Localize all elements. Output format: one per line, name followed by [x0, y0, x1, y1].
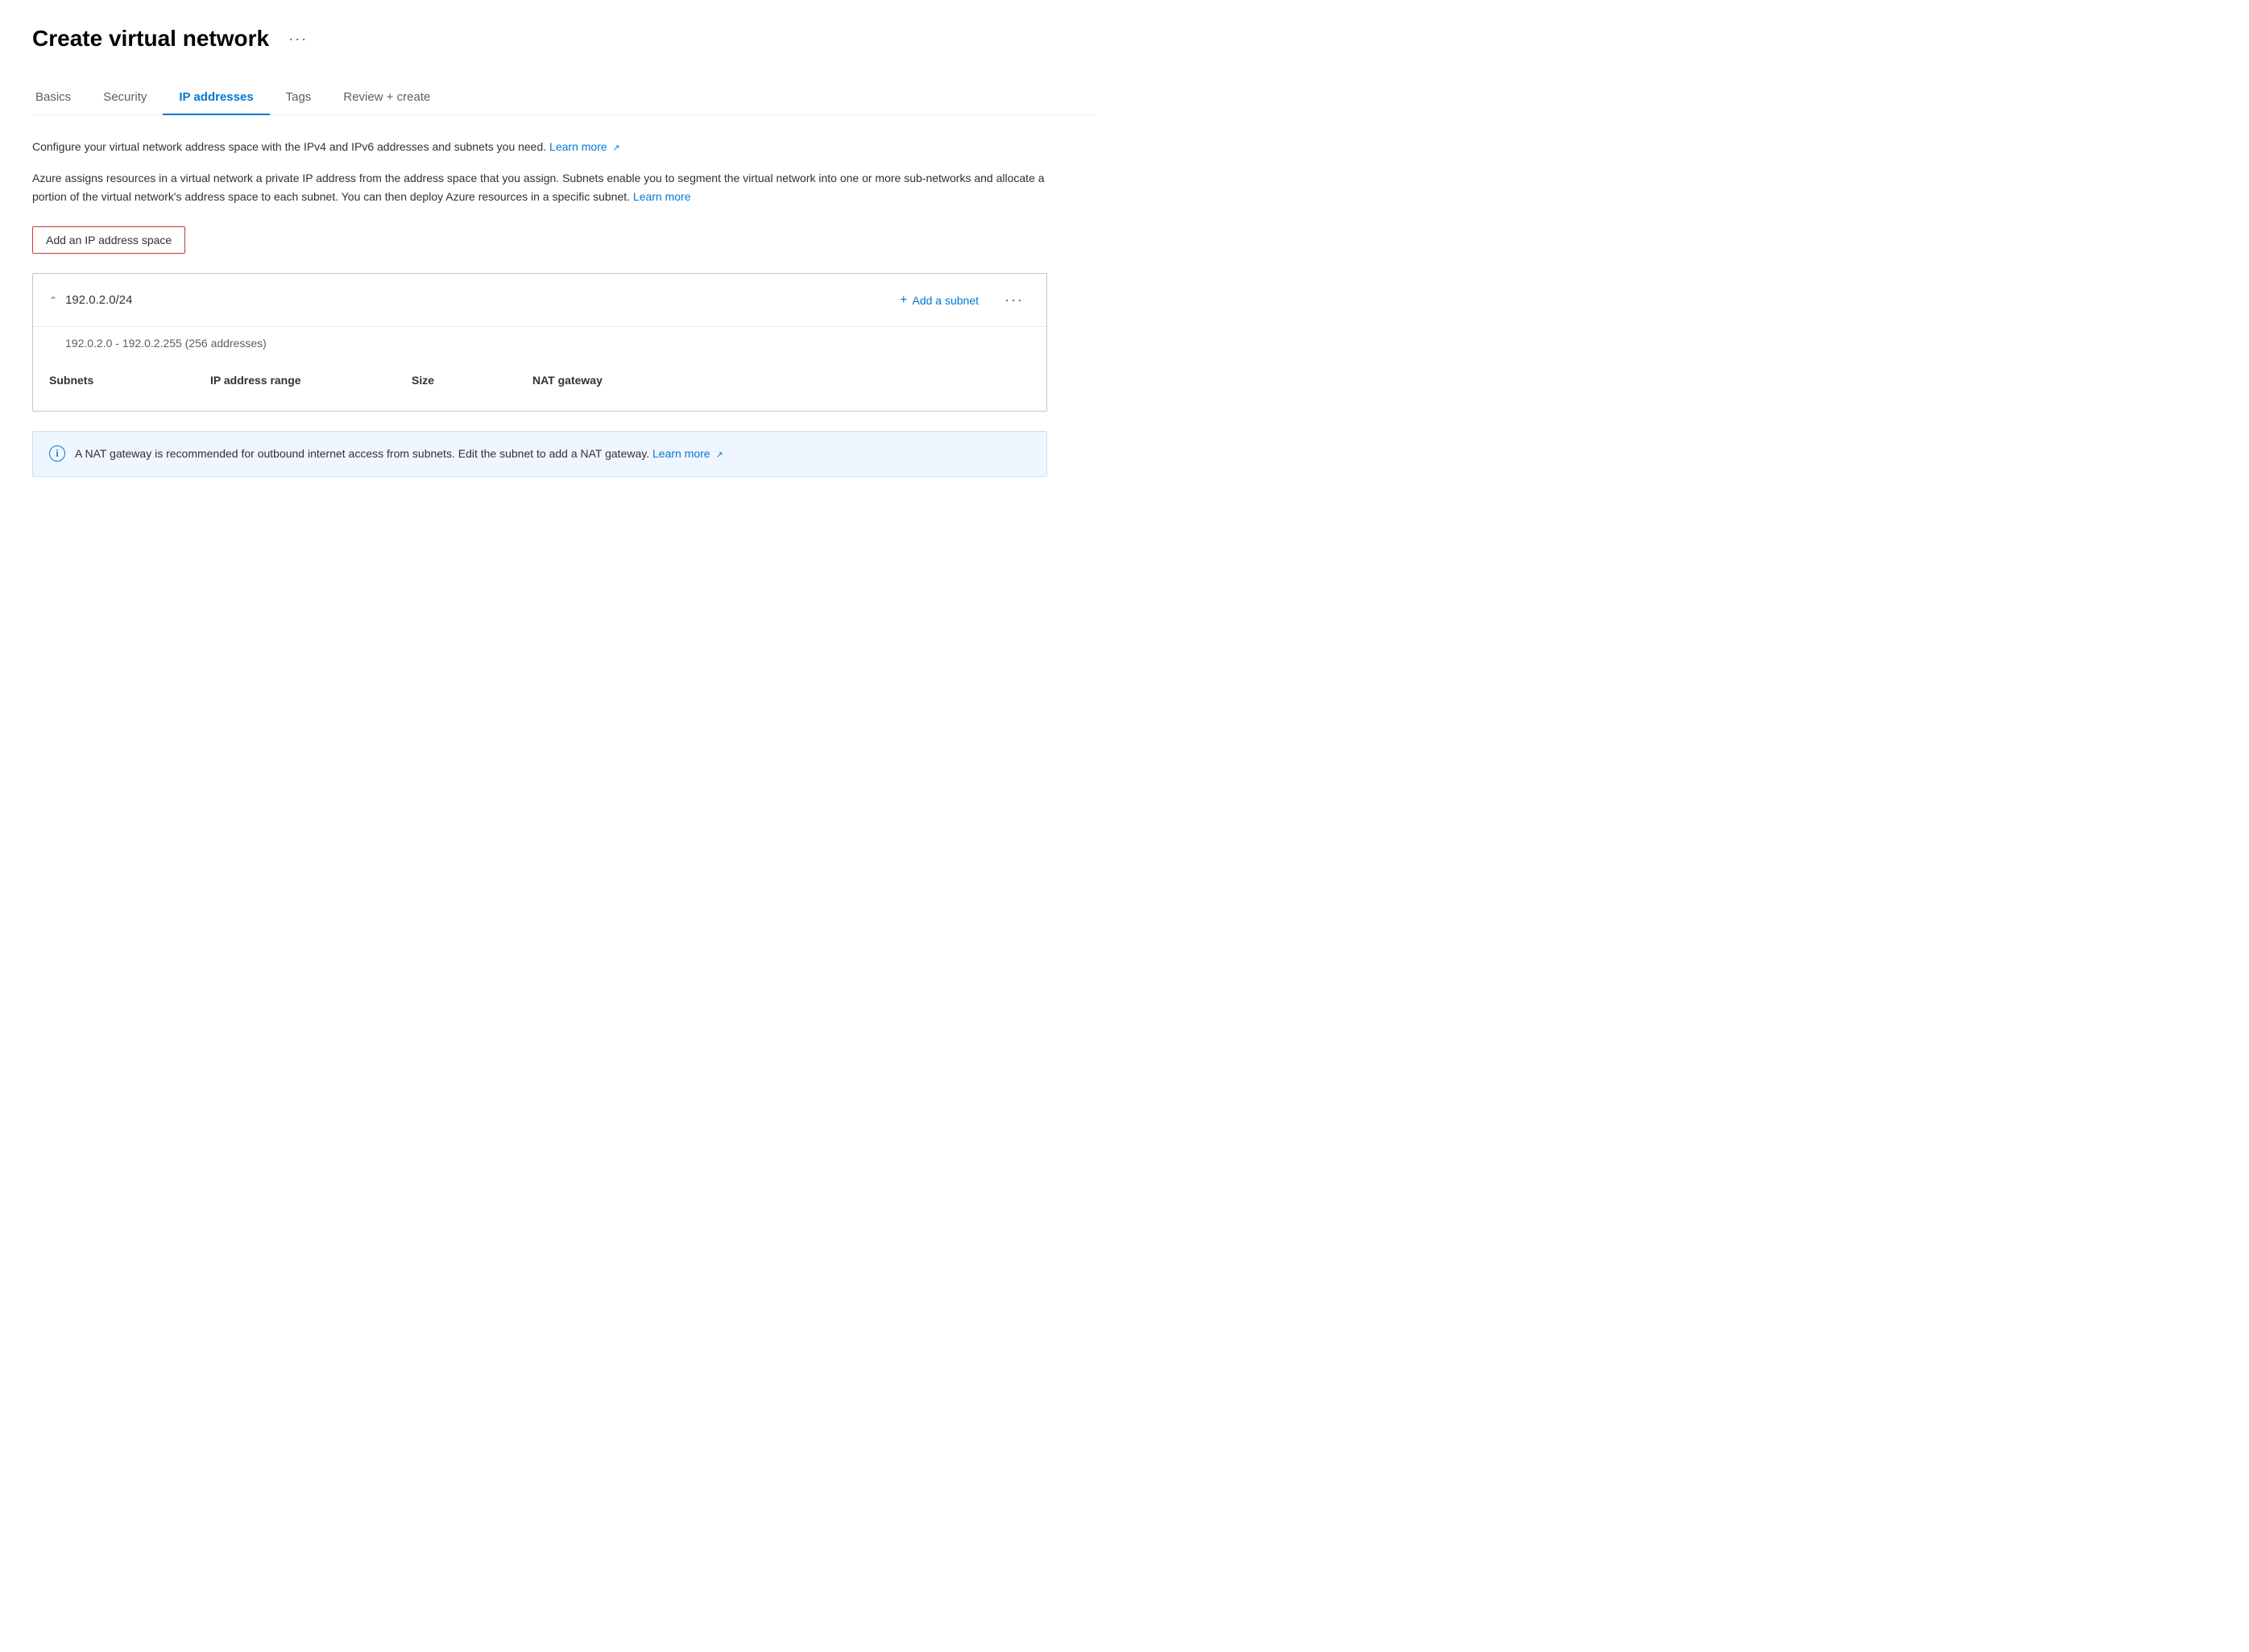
- info-banner: i A NAT gateway is recommended for outbo…: [32, 431, 1047, 477]
- subnets-table: Subnets IP address range Size NAT gatewa…: [33, 366, 1046, 411]
- plus-icon: +: [900, 293, 907, 308]
- page-header: Create virtual network ···: [32, 26, 1096, 52]
- learn-more-link-3[interactable]: Learn more ↗: [652, 447, 723, 460]
- main-content: Configure your virtual network address s…: [32, 138, 1047, 477]
- learn-more-link-2[interactable]: Learn more: [633, 190, 691, 203]
- learn-more-link-1[interactable]: Learn more ↗: [549, 140, 620, 153]
- address-space-header: ⌃ 192.0.2.0/24 + Add a subnet ···: [33, 274, 1046, 327]
- col-header-size: Size: [412, 374, 532, 387]
- description-line-2: Azure assigns resources in a virtual net…: [32, 169, 1047, 208]
- description-line-1: Configure your virtual network address s…: [32, 138, 1047, 156]
- address-space-actions: + Add a subnet ···: [893, 288, 1030, 312]
- address-space-cidr: 192.0.2.0/24: [65, 293, 132, 307]
- col-header-ip-range: IP address range: [210, 374, 412, 387]
- address-space-more-options-button[interactable]: ···: [998, 288, 1030, 312]
- add-subnet-button[interactable]: + Add a subnet: [893, 290, 985, 311]
- info-banner-text: A NAT gateway is recommended for outboun…: [75, 445, 723, 463]
- external-link-icon-3: ↗: [715, 449, 723, 463]
- tabs-nav: Basics Security IP addresses Tags Review…: [32, 81, 1096, 115]
- page-title: Create virtual network: [32, 26, 269, 52]
- add-ip-address-space-button[interactable]: Add an IP address space: [32, 226, 185, 254]
- tab-basics[interactable]: Basics: [32, 81, 87, 115]
- info-icon: i: [49, 445, 65, 462]
- external-link-icon-1: ↗: [613, 142, 620, 156]
- tab-review-create[interactable]: Review + create: [327, 81, 446, 115]
- description-block: Configure your virtual network address s…: [32, 138, 1047, 207]
- col-header-subnets: Subnets: [49, 374, 210, 387]
- col-header-nat-gateway: NAT gateway: [532, 374, 734, 387]
- subnets-column-headers: Subnets IP address range Size NAT gatewa…: [49, 366, 1030, 395]
- address-space-left: ⌃ 192.0.2.0/24: [49, 293, 132, 307]
- tab-ip-addresses[interactable]: IP addresses: [163, 81, 269, 115]
- chevron-up-icon[interactable]: ⌃: [49, 295, 57, 306]
- address-space-card: ⌃ 192.0.2.0/24 + Add a subnet ··· 192.0.…: [32, 273, 1047, 412]
- tab-tags[interactable]: Tags: [270, 81, 328, 115]
- address-range-text: 192.0.2.0 - 192.0.2.255 (256 addresses): [33, 327, 1046, 366]
- header-more-options-button[interactable]: ···: [282, 27, 314, 51]
- tab-security[interactable]: Security: [87, 81, 163, 115]
